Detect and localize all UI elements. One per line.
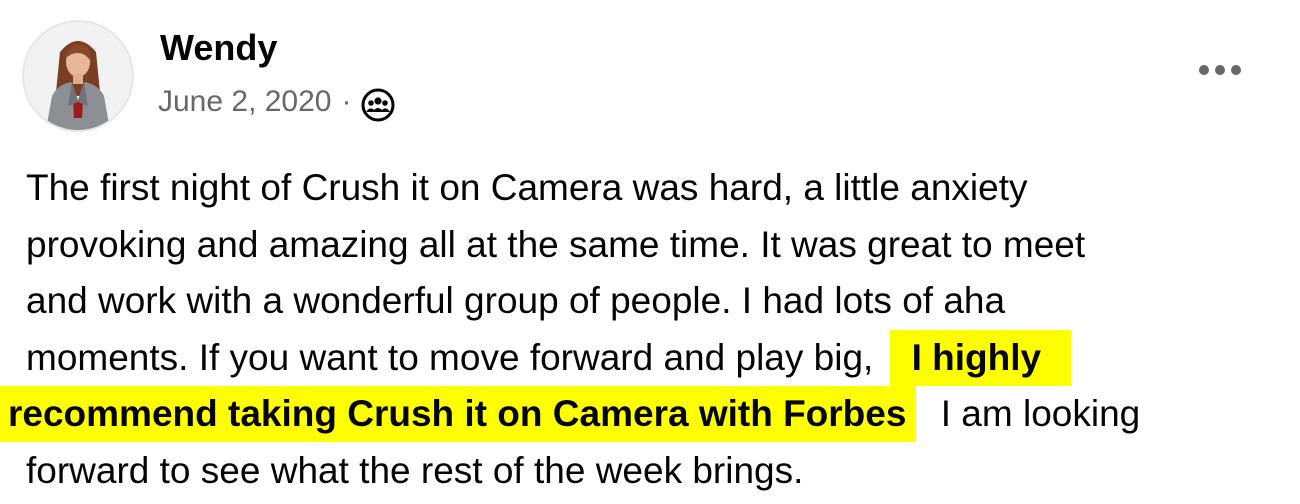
more-options-icon [1199,65,1241,75]
highlighted-text: recommend taking Crush it on Camera with… [0,386,917,442]
post-body-line: moments. If you want to move forward and… [26,329,1288,387]
profile-photo [24,22,132,130]
post-body-line: recommend taking Crush it on Camera with… [0,386,1288,443]
post-meta: June 2, 2020 · [158,82,395,122]
highlighted-text: I highly [889,329,1072,386]
group-icon[interactable] [361,88,395,122]
avatar[interactable] [22,20,134,132]
post-body: The first night of Crush it on Camera wa… [0,160,1288,499]
post-date[interactable]: June 2, 2020 [158,85,331,119]
meta-separator: · [341,85,352,118]
post-body-line: provoking and amazing all at the same ti… [26,223,1086,265]
more-options-button[interactable] [1190,50,1250,90]
post-body-text: I am looking [940,393,1141,434]
post-body-line: and work with a wonderful group of peopl… [26,280,1006,321]
post-body-line: forward to see what the rest of the week… [26,449,804,491]
author-name[interactable]: Wendy [160,26,277,70]
post-body-line: The first night of Crush it on Camera wa… [26,167,1028,208]
post-body-text: moments. If you want to move forward and… [26,336,874,378]
